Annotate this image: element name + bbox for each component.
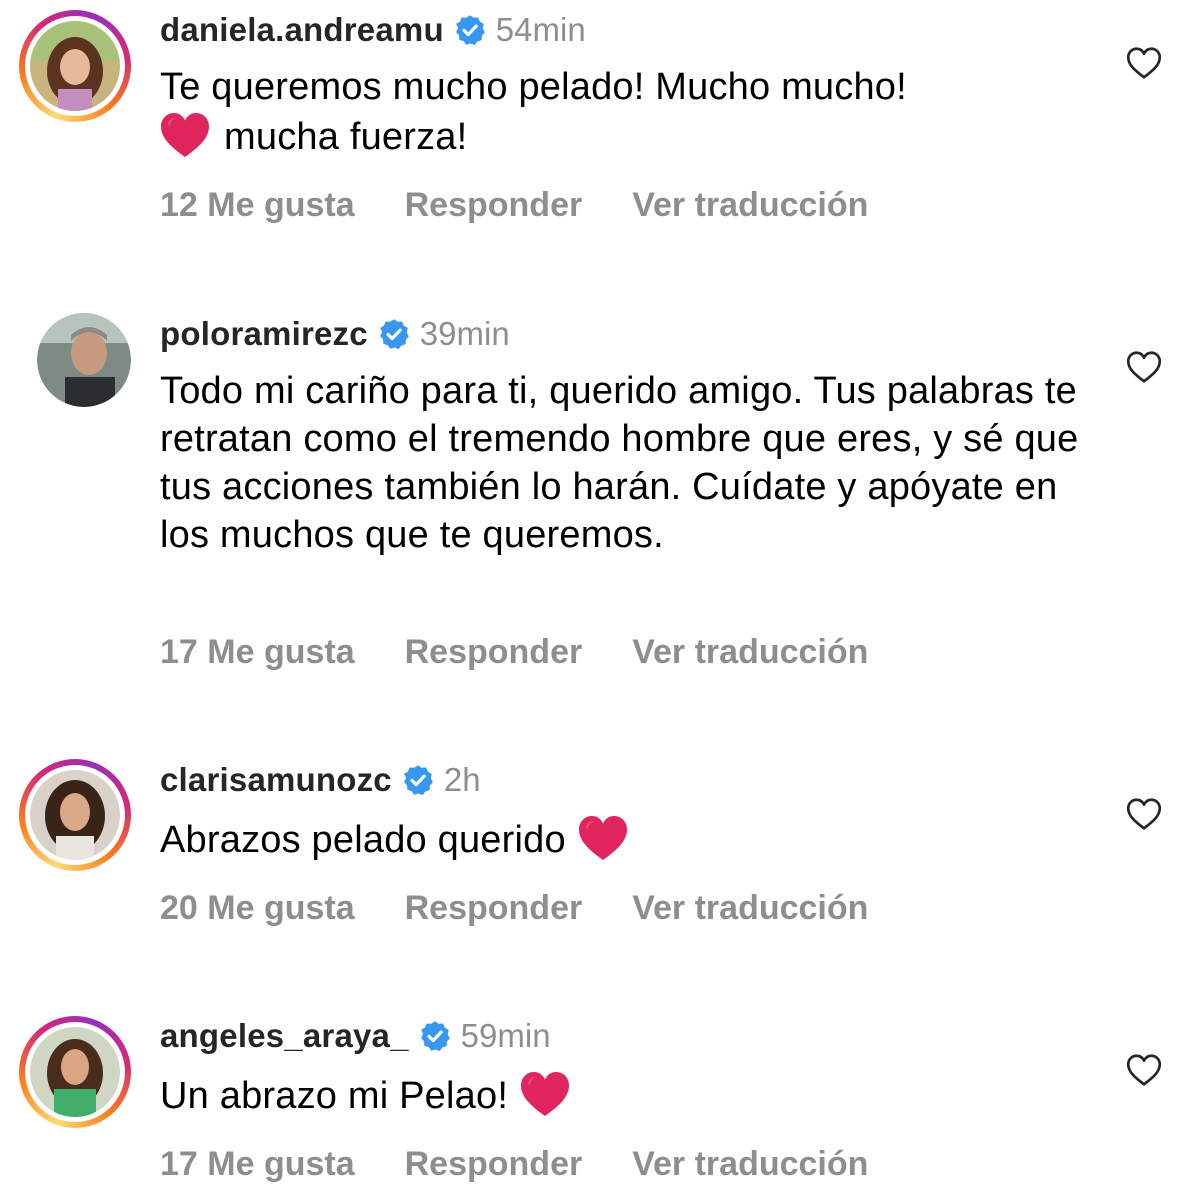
verified-badge-icon — [378, 318, 410, 350]
avatar — [30, 21, 120, 111]
story-ring-avatar[interactable] — [19, 759, 131, 871]
likes-count[interactable]: 17 Me gusta — [160, 633, 355, 672]
heart-outline-icon[interactable] — [1126, 1053, 1162, 1087]
avatar[interactable] — [37, 313, 131, 407]
avatar — [30, 770, 120, 860]
reply-button[interactable]: Responder — [405, 633, 583, 672]
reply-button[interactable]: Responder — [405, 1145, 583, 1184]
heart-outline-icon[interactable] — [1126, 797, 1162, 831]
comment-time: 39min — [419, 315, 510, 352]
comment-time: 54min — [495, 11, 586, 48]
comment-text: Abrazos pelado querido — [160, 814, 1090, 864]
red-heart-emoji-icon — [520, 1070, 570, 1118]
comment-text: Un abrazo mi Pelao! — [160, 1070, 1090, 1120]
red-heart-emoji-icon — [578, 814, 628, 862]
avatar — [30, 1027, 120, 1117]
verified-badge-icon — [419, 1020, 451, 1052]
reply-button[interactable]: Responder — [405, 186, 583, 225]
comment-text: Te queremos mucho pelado! Mucho mucho! m… — [160, 63, 1090, 161]
comment-time: 59min — [460, 1017, 551, 1054]
comment-text-line: Te queremos mucho pelado! Mucho mucho! — [160, 66, 907, 108]
comment-username[interactable]: poloramirezc — [160, 315, 368, 353]
heart-outline-icon[interactable] — [1126, 350, 1162, 384]
see-translation-button[interactable]: Ver traducción — [632, 633, 868, 672]
verified-badge-icon — [454, 14, 486, 46]
likes-count[interactable]: 17 Me gusta — [160, 1145, 355, 1184]
comment-username[interactable]: angeles_araya_ — [160, 1017, 409, 1055]
see-translation-button[interactable]: Ver traducción — [632, 889, 868, 928]
see-translation-button[interactable]: Ver traducción — [632, 1145, 868, 1184]
story-ring-avatar[interactable] — [19, 1016, 131, 1128]
reply-button[interactable]: Responder — [405, 889, 583, 928]
comment-username[interactable]: clarisamunozc — [160, 761, 392, 799]
comment-text: Todo mi cariño para ti, querido amigo. T… — [160, 370, 1079, 556]
red-heart-emoji-icon — [160, 111, 210, 159]
comment-text-line: Abrazos pelado querido — [160, 819, 566, 861]
avatar-image — [37, 313, 131, 407]
comment-text-line: mucha fuerza! — [224, 116, 468, 158]
likes-count[interactable]: 20 Me gusta — [160, 889, 355, 928]
likes-count[interactable]: 12 Me gusta — [160, 186, 355, 225]
comment-text-line: Un abrazo mi Pelao! — [160, 1075, 509, 1117]
see-translation-button[interactable]: Ver traducción — [632, 186, 868, 225]
story-ring-avatar[interactable] — [19, 10, 131, 122]
comment-username[interactable]: daniela.andreamu — [160, 11, 444, 49]
heart-outline-icon[interactable] — [1126, 46, 1162, 80]
verified-badge-icon — [402, 764, 434, 796]
comment-time: 2h — [443, 761, 481, 798]
